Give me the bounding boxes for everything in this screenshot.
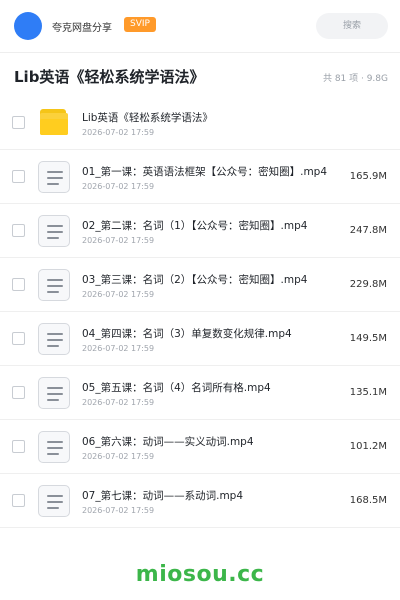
file-date: 2026-07-02 17:59 (82, 290, 155, 299)
page-title: Lib英语《轻松系统学语法》 (14, 68, 205, 86)
top-bar: 夸克网盘分享 SVIP 搜索 (0, 0, 400, 52)
row-checkbox[interactable] (12, 170, 25, 183)
row-checkbox[interactable] (12, 332, 25, 345)
avatar[interactable] (14, 12, 42, 40)
file-size: 149.5M (349, 333, 387, 344)
document-icon (38, 485, 70, 517)
file-name[interactable]: 07_第七课：动词——系动词.mp4 (82, 488, 243, 503)
document-icon (38, 161, 70, 193)
file-name[interactable]: 02_第二课：名词（1）【公众号：密知圈】.mp4 (82, 218, 307, 233)
document-icon (38, 377, 70, 409)
search-button[interactable]: 搜索 (316, 13, 388, 39)
file-date: 2026-07-02 17:59 (82, 344, 155, 353)
share-title-row: Lib英语《轻松系统学语法》 共 81 项 · 9.8G (0, 53, 400, 99)
file-name[interactable]: Lib英语《轻松系统学语法》 (82, 110, 213, 125)
row-checkbox[interactable] (12, 224, 25, 237)
folder-row[interactable]: Lib英语《轻松系统学语法》 2026-07-02 17:59 (0, 96, 400, 150)
file-row[interactable]: 04_第四课：名词（3）单复数变化规律.mp4 2026-07-02 17:59 1… (0, 312, 400, 366)
file-date: 2026-07-02 17:59 (82, 128, 155, 137)
document-icon (38, 431, 70, 463)
row-checkbox[interactable] (12, 116, 25, 129)
file-name[interactable]: 06_第六课：动词——实义动词.mp4 (82, 434, 254, 449)
file-name[interactable]: 04_第四课：名词（3）单复数变化规律.mp4 (82, 326, 292, 341)
file-list: Lib英语《轻松系统学语法》 2026-07-02 17:59 01_第一课：英语语… (0, 96, 400, 528)
file-date: 2026-07-02 17:59 (82, 506, 155, 515)
file-date: 2026-07-02 17:59 (82, 182, 155, 191)
file-size: 168.5M (349, 495, 387, 506)
file-date: 2026-07-02 17:59 (82, 236, 155, 245)
file-name[interactable]: 01_第一课：英语语法框架【公众号：密知圈】.mp4 (82, 164, 327, 179)
brand-label: 夸克网盘分享 (52, 23, 112, 34)
document-icon (38, 215, 70, 247)
svip-badge: SVIP (124, 17, 156, 32)
file-size: 247.8M (349, 225, 387, 236)
folder-icon (38, 107, 70, 139)
row-checkbox[interactable] (12, 386, 25, 399)
file-date: 2026-07-02 17:59 (82, 398, 155, 407)
file-row[interactable]: 03_第三课：名词（2）【公众号：密知圈】.mp4 2026-07-02 17:5… (0, 258, 400, 312)
file-row[interactable]: 07_第七课：动词——系动词.mp4 2026-07-02 17:59 168.5M (0, 474, 400, 528)
file-row[interactable]: 06_第六课：动词——实义动词.mp4 2026-07-02 17:59 101.2… (0, 420, 400, 474)
share-meta: 共 81 项 · 9.8G (322, 74, 388, 84)
file-name[interactable]: 03_第三课：名词（2）【公众号：密知圈】.mp4 (82, 272, 307, 287)
document-icon (38, 269, 70, 301)
file-row[interactable]: 05_第五课：名词（4）名词所有格.mp4 2026-07-02 17:59 135… (0, 366, 400, 420)
document-icon (38, 323, 70, 355)
file-name[interactable]: 05_第五课：名词（4）名词所有格.mp4 (82, 380, 271, 395)
row-checkbox[interactable] (12, 494, 25, 507)
file-date: 2026-07-02 17:59 (82, 452, 155, 461)
file-row[interactable]: 01_第一课：英语语法框架【公众号：密知圈】.mp4 2026-07-02 17:… (0, 150, 400, 204)
row-checkbox[interactable] (12, 278, 25, 291)
file-size: 229.8M (349, 279, 387, 290)
file-size: 135.1M (349, 387, 387, 398)
watermark: miosou.cc (135, 562, 265, 587)
file-size: 165.9M (349, 171, 387, 182)
file-size: 101.2M (349, 441, 387, 452)
file-row[interactable]: 02_第二课：名词（1）【公众号：密知圈】.mp4 2026-07-02 17:5… (0, 204, 400, 258)
row-checkbox[interactable] (12, 440, 25, 453)
